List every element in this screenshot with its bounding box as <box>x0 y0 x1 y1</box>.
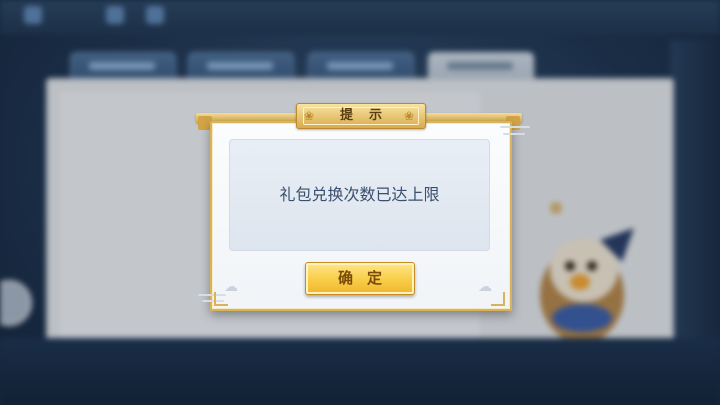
cloud-decoration-icon: ☁ <box>478 279 492 295</box>
dialog-side-ornament-right-top <box>500 126 530 128</box>
cloud-decoration-icon: ☁ <box>224 279 238 295</box>
cloud-swirl-icon: ❀ <box>404 109 415 123</box>
dialog-side-ornament-right-top-2 <box>503 133 525 135</box>
dialog-message: 礼包兑换次数已达上限 <box>279 185 440 204</box>
confirm-button[interactable]: 确定 <box>305 262 415 295</box>
dialog-corner-ornament-right <box>491 292 505 306</box>
confirm-button-label: 确定 <box>337 269 396 287</box>
cloud-swirl-icon: ❀ <box>304 109 315 123</box>
